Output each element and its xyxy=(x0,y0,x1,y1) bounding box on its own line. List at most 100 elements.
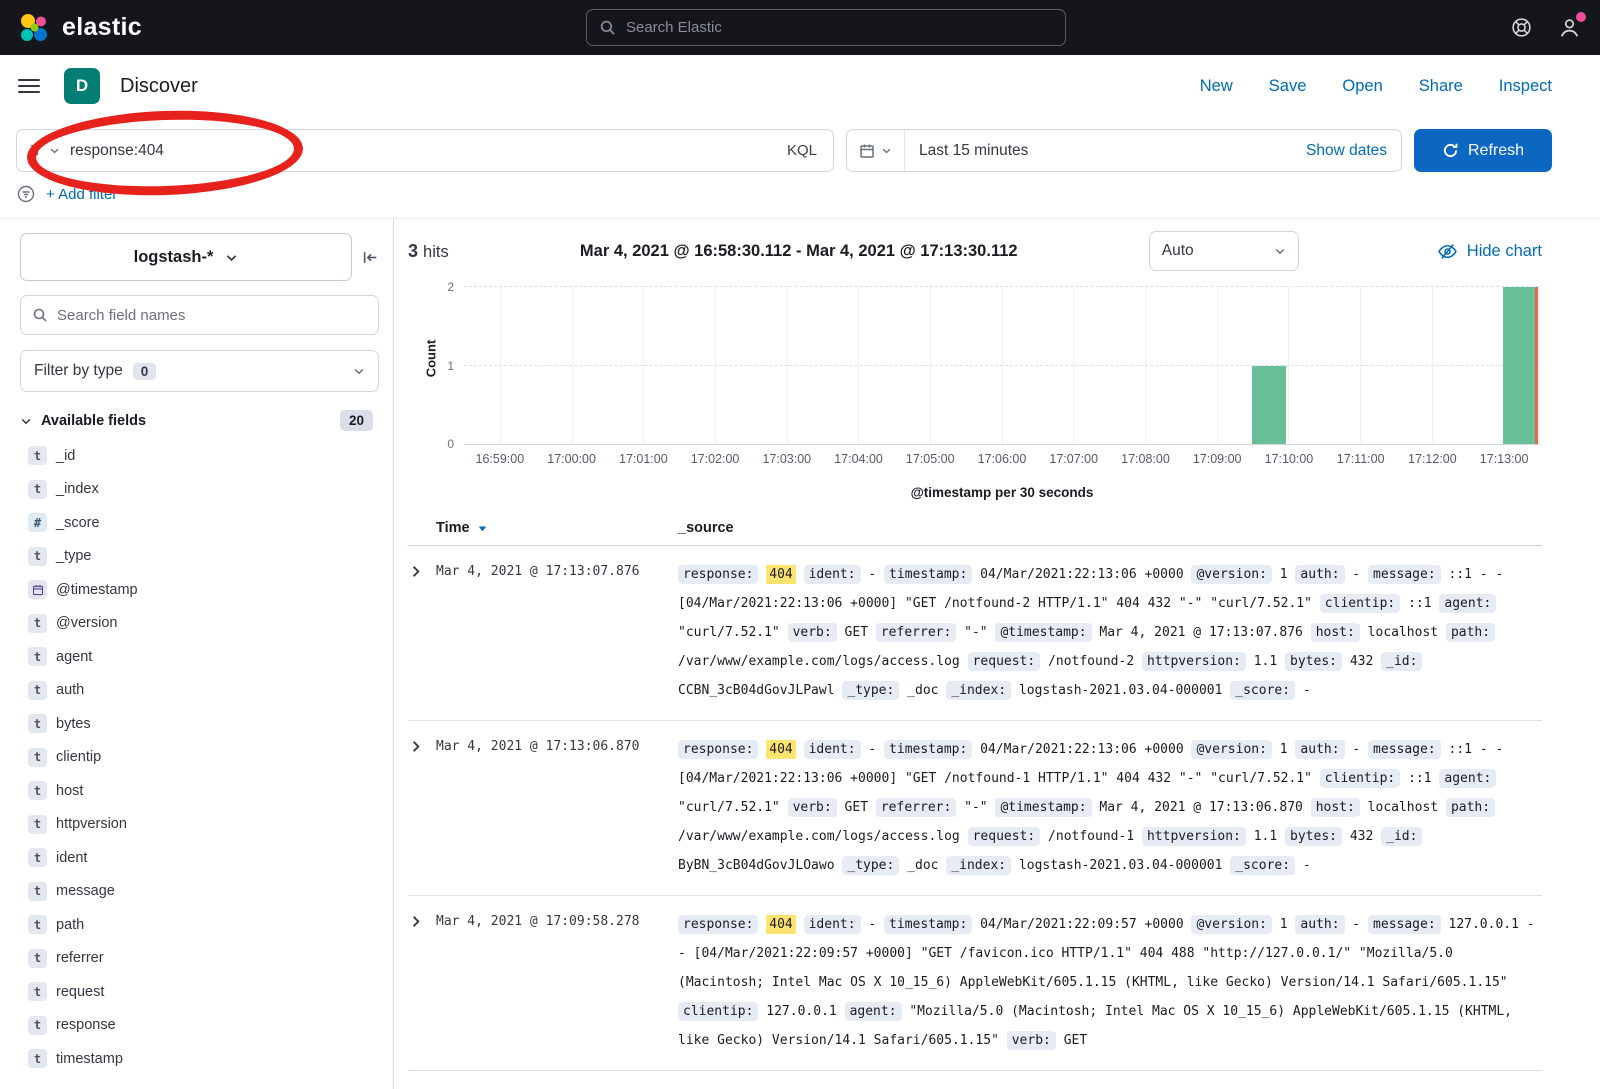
query-input-box[interactable]: KQL xyxy=(16,129,834,172)
action-inspect-button[interactable]: Inspect xyxy=(1499,77,1552,96)
global-search-box[interactable] xyxy=(586,9,1066,46)
saved-query-menu-button[interactable] xyxy=(17,143,70,158)
filter-bar: + Add filter xyxy=(0,180,1600,219)
source-field-badge: auth: xyxy=(1295,565,1344,584)
page-title: Discover xyxy=(120,75,198,98)
hits-count: 3hits xyxy=(408,241,449,262)
field-type-date-icon xyxy=(28,580,47,599)
source-field-badge: ident: xyxy=(804,915,861,934)
field-item-timestamp[interactable]: ttimestamp xyxy=(20,1042,379,1076)
field-type-string-icon: t xyxy=(28,480,47,499)
add-filter-button[interactable]: + Add filter xyxy=(46,186,117,203)
action-save-button[interactable]: Save xyxy=(1269,77,1307,96)
field-item-response[interactable]: tresponse xyxy=(20,1009,379,1043)
filter-by-type-select[interactable]: Filter by type 0 xyxy=(20,350,379,392)
index-pattern-select[interactable]: logstash-* xyxy=(20,233,352,281)
histogram-bar[interactable] xyxy=(1503,287,1537,444)
refresh-button[interactable]: Refresh xyxy=(1414,129,1552,172)
help-icon[interactable] xyxy=(1510,16,1533,39)
field-item-_score[interactable]: #_score xyxy=(20,506,379,540)
field-item-clientip[interactable]: tclientip xyxy=(20,741,379,775)
field-item-message[interactable]: tmessage xyxy=(20,875,379,909)
source-field-badge: message: xyxy=(1368,740,1441,759)
filter-by-type-count: 0 xyxy=(133,363,157,380)
sort-desc-icon xyxy=(477,523,488,534)
field-item-host[interactable]: thost xyxy=(20,774,379,808)
query-input[interactable] xyxy=(70,142,771,160)
field-item-auth[interactable]: tauth xyxy=(20,674,379,708)
x-tick-label: 17:12:00 xyxy=(1408,452,1457,466)
topbar-center xyxy=(154,9,1498,46)
chevron-down-icon[interactable] xyxy=(20,415,32,427)
menu-button[interactable] xyxy=(18,79,40,93)
field-item-@timestamp[interactable]: @timestamp xyxy=(20,573,379,607)
field-item-@version[interactable]: t@version xyxy=(20,607,379,641)
field-type-string-icon: t xyxy=(28,781,47,800)
field-name: @version xyxy=(56,615,117,631)
source-field-badge: verb: xyxy=(788,623,837,642)
source-field-badge: message: xyxy=(1368,565,1441,584)
source-field-badge: request: xyxy=(968,827,1041,846)
time-range-value[interactable]: Last 15 minutes xyxy=(905,142,1292,160)
interval-select[interactable]: Auto xyxy=(1149,231,1299,271)
source-field-badge: @version: xyxy=(1191,565,1271,584)
source-field-badge: referrer: xyxy=(876,798,956,817)
source-field-badge: agent: xyxy=(845,1002,902,1021)
source-field-badge: ident: xyxy=(804,740,861,759)
field-type-string-icon: t xyxy=(28,848,47,867)
user-avatar-icon[interactable] xyxy=(1557,15,1582,40)
field-search-box[interactable] xyxy=(20,295,379,335)
doc-time: Mar 4, 2021 @ 17:13:07.876 xyxy=(436,560,678,705)
content: logstash-* Filter by type 0 Available fi… xyxy=(0,219,1600,1089)
field-item-httpversion[interactable]: thttpversion xyxy=(20,808,379,842)
available-fields-header: Available fields 20 xyxy=(20,410,379,431)
x-tick-label: 17:08:00 xyxy=(1121,452,1170,466)
source-field-badge: _id: xyxy=(1381,827,1422,846)
field-name: referrer xyxy=(56,950,104,966)
date-quick-menu-button[interactable] xyxy=(847,130,905,171)
time-range-display: Mar 4, 2021 @ 16:58:30.112 - Mar 4, 2021… xyxy=(449,242,1149,261)
fields-sidebar: logstash-* Filter by type 0 Available fi… xyxy=(0,219,394,1089)
field-name: _id xyxy=(56,448,75,464)
hide-chart-label: Hide chart xyxy=(1467,242,1542,261)
field-item-agent[interactable]: tagent xyxy=(20,640,379,674)
source-field-badge: @version: xyxy=(1191,915,1271,934)
field-item-path[interactable]: tpath xyxy=(20,908,379,942)
histogram-bar[interactable] xyxy=(1252,366,1286,445)
expand-row-button[interactable] xyxy=(408,910,436,1055)
action-new-button[interactable]: New xyxy=(1200,77,1233,96)
field-item-referrer[interactable]: treferrer xyxy=(20,942,379,976)
kql-language-button[interactable]: KQL xyxy=(771,142,833,159)
interval-value: Auto xyxy=(1162,242,1194,260)
action-share-button[interactable]: Share xyxy=(1419,77,1463,96)
x-tick-label: 17:01:00 xyxy=(619,452,668,466)
elastic-logo-icon[interactable] xyxy=(18,12,50,44)
topbar-icons xyxy=(1510,15,1582,40)
expand-row-button[interactable] xyxy=(408,735,436,880)
source-field-badge: bytes: xyxy=(1285,652,1342,671)
x-tick-label: 17:11:00 xyxy=(1337,452,1385,466)
show-dates-button[interactable]: Show dates xyxy=(1292,142,1401,160)
field-item-_index[interactable]: t_index xyxy=(20,473,379,507)
doc-row: Mar 4, 2021 @ 17:09:58.278response: 404 … xyxy=(408,896,1542,1071)
field-item-_id[interactable]: t_id xyxy=(20,439,379,473)
action-open-button[interactable]: Open xyxy=(1342,77,1382,96)
field-item-ident[interactable]: tident xyxy=(20,841,379,875)
filter-funnel-icon xyxy=(29,143,44,158)
source-field-badge: request: xyxy=(968,652,1041,671)
field-item-request[interactable]: trequest xyxy=(20,975,379,1009)
filter-options-icon[interactable] xyxy=(16,184,36,204)
source-column-header: _source xyxy=(678,520,734,536)
expand-row-button[interactable] xyxy=(408,560,436,705)
collapse-sidebar-icon[interactable] xyxy=(362,249,379,266)
field-search-input[interactable] xyxy=(57,307,367,324)
x-tick-label: 17:09:00 xyxy=(1193,452,1242,466)
field-item-bytes[interactable]: tbytes xyxy=(20,707,379,741)
field-item-_type[interactable]: t_type xyxy=(20,540,379,574)
x-tick-label: 17:04:00 xyxy=(834,452,883,466)
x-tick-label: 17:06:00 xyxy=(978,452,1027,466)
hide-chart-button[interactable]: Hide chart xyxy=(1437,241,1542,262)
source-field-badge: _type: xyxy=(842,681,899,700)
time-column-header[interactable]: Time xyxy=(436,520,678,536)
global-search-input[interactable] xyxy=(626,19,1053,36)
